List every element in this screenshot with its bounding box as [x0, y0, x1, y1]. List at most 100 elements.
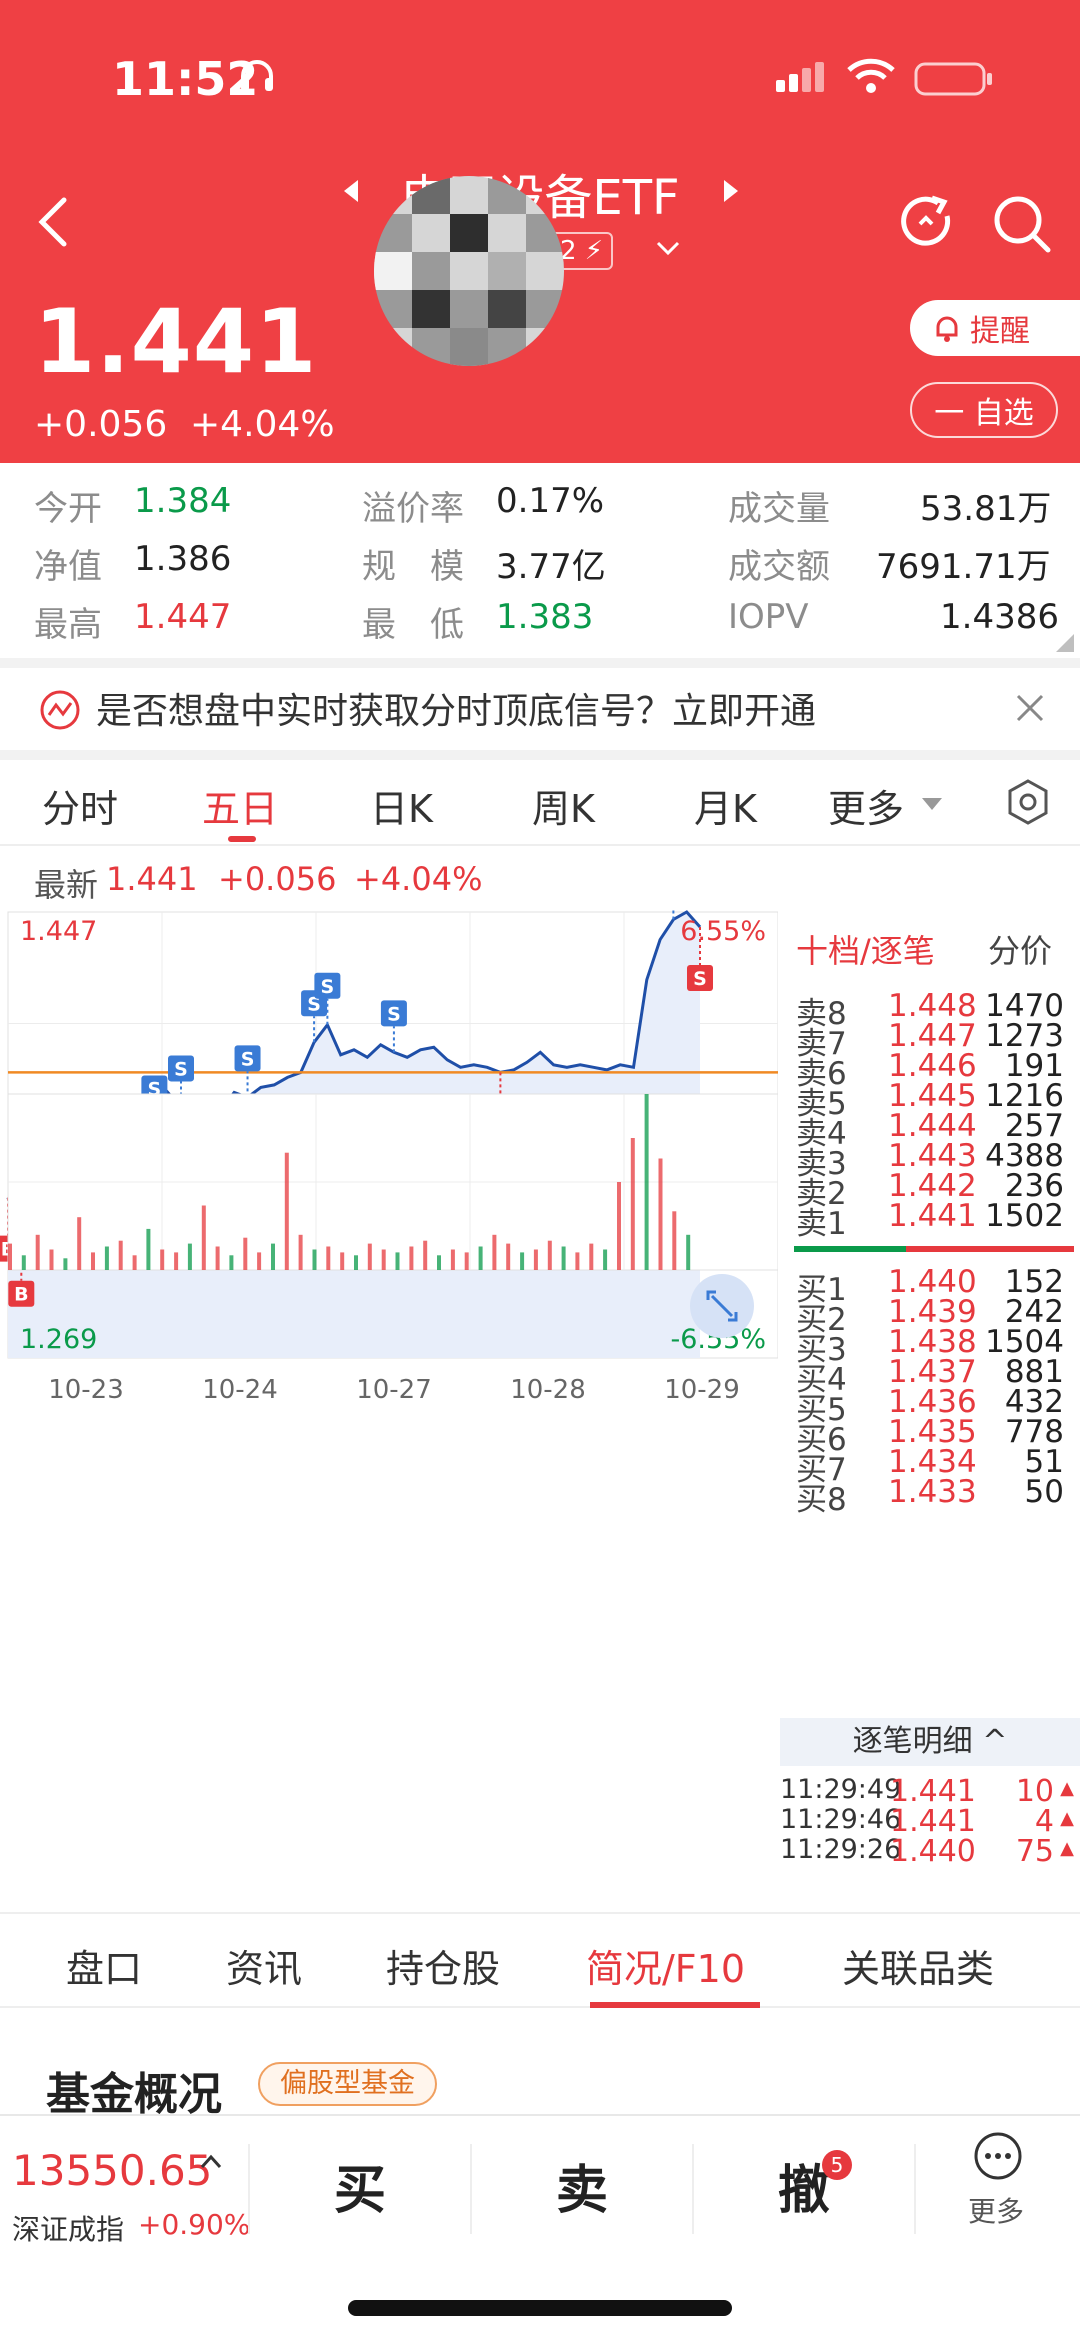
expand-corner-icon[interactable] — [1056, 634, 1074, 652]
volume-bar — [561, 1246, 566, 1270]
high-label: 最高 — [34, 605, 102, 645]
chevron-down-icon — [922, 798, 942, 810]
chevron-down-icon[interactable] — [656, 240, 680, 256]
tab-more[interactable]: 更多 — [828, 778, 904, 833]
x-tick-label: 10-24 — [202, 1375, 278, 1405]
signal-promo-banner[interactable]: 是否想盘中实时获取分时顶底信号？立即开通 — [0, 668, 1080, 750]
sell-signal-label: S — [321, 976, 335, 998]
tab-week-k[interactable]: 周K — [532, 778, 595, 833]
latest-price: 1.441 — [106, 860, 198, 898]
volume-bar — [644, 1094, 649, 1270]
scale-value: 3.77亿 — [496, 547, 606, 587]
nav-label: 净值 — [34, 547, 102, 587]
volume-bar — [49, 1249, 54, 1270]
volume-bar — [229, 1255, 234, 1270]
volume-bar — [271, 1243, 275, 1270]
buy-button[interactable]: 买 — [334, 2148, 386, 2223]
level-label: 卖1 — [796, 1206, 847, 1242]
latest-pct: +4.04% — [354, 860, 483, 898]
back-icon[interactable] — [36, 196, 70, 248]
volume-label: 成交量 — [728, 489, 830, 529]
tab-related[interactable]: 关联品类 — [842, 1938, 994, 1993]
blurred-avatar — [374, 176, 564, 366]
uptick-icon: ▲ — [1060, 1838, 1074, 1859]
tab-holdings[interactable]: 持仓股 — [386, 1938, 500, 1993]
remind-button[interactable]: 提醒 — [910, 300, 1080, 356]
volume-bar — [533, 1249, 538, 1270]
volume-bar — [257, 1252, 262, 1270]
volume-bar — [312, 1249, 317, 1270]
latest-change: +0.056 — [218, 860, 337, 898]
more-icon[interactable] — [972, 2130, 1024, 2182]
more-label[interactable]: 更多 — [968, 2190, 1024, 2230]
settings-icon[interactable] — [1004, 778, 1052, 826]
tick-price: 1.440 — [890, 1834, 976, 1869]
signal-chart-icon — [40, 690, 80, 730]
volume-bar — [686, 1234, 691, 1270]
fund-overview-title: 基金概况 — [46, 2069, 222, 2120]
quote-stats: 今开 1.384 溢价率 0.17% 成交量 53.81万 净值 1.386 规… — [0, 463, 1080, 658]
tab-news[interactable]: 资讯 — [226, 1938, 302, 1993]
fund-type-tag: 偏股型基金 — [258, 2062, 437, 2106]
current-price: 1.441 — [34, 290, 318, 393]
high-value: 1.447 — [134, 597, 232, 637]
active-tab-indicator — [590, 2002, 760, 2008]
close-icon[interactable] — [1014, 692, 1046, 724]
sell-button[interactable]: 卖 — [556, 2148, 608, 2223]
divider — [914, 2144, 916, 2234]
latest-label: 最新 — [34, 866, 99, 904]
divider — [470, 2144, 472, 2234]
volume-bar — [395, 1252, 400, 1270]
change-pct: +4.04% — [190, 404, 335, 445]
search-icon[interactable] — [992, 194, 1052, 254]
tab-month-k[interactable]: 月K — [694, 778, 757, 833]
signal-icon — [776, 62, 824, 92]
open-label: 今开 — [34, 489, 102, 529]
buy-signal-label: S — [693, 968, 707, 990]
volume-bar — [104, 1246, 109, 1270]
home-indicator — [348, 2300, 732, 2316]
volume-bar — [63, 1258, 68, 1270]
refresh-icon[interactable] — [898, 194, 956, 252]
banner-text: 是否想盘中实时获取分时顶底信号？立即开通 — [96, 691, 817, 732]
battery-icon — [914, 62, 992, 96]
volume-bar — [21, 1255, 26, 1270]
iopv-label: IOPV — [728, 597, 809, 637]
volume-bar — [174, 1252, 179, 1270]
tab-day-k[interactable]: 日K — [370, 778, 433, 833]
amount-label: 成交额 — [728, 547, 830, 587]
tab-f10[interactable]: 简况/F10 — [586, 1938, 745, 1993]
level-price: 1.441 — [888, 1198, 977, 1234]
five-day-chart[interactable]: SSSSSSSSBBB1.4476.55%1.3580.00%1.269-6.5… — [0, 908, 778, 1908]
tick-volume: 75 — [1015, 1834, 1054, 1869]
amount-value: 7691.71万 — [876, 547, 1051, 587]
order-book-tab[interactable]: 十档/逐笔 — [796, 926, 935, 972]
level-price: 1.433 — [888, 1474, 977, 1510]
volume-bar — [77, 1217, 82, 1270]
x-tick-label: 10-27 — [356, 1375, 432, 1405]
chevron-up-icon[interactable] — [200, 2154, 222, 2170]
y-min-label: 1.269 — [20, 1324, 97, 1355]
chart-tabs: 分时 五日 日K 周K 月K 更多 — [0, 760, 1080, 846]
volume-bar — [575, 1252, 580, 1270]
divider — [0, 750, 1080, 760]
price-dist-tab[interactable]: 分价 — [988, 926, 1052, 972]
status-time: 11:52 — [112, 52, 259, 106]
next-stock-icon[interactable] — [722, 178, 740, 204]
volume-bar — [367, 1243, 372, 1270]
tab-five-day[interactable]: 五日 — [202, 778, 278, 833]
scale-label: 规 模 — [362, 547, 464, 587]
uptick-icon: ▲ — [1060, 1808, 1074, 1829]
volume-bar — [450, 1249, 455, 1270]
tick-detail-toggle[interactable]: 逐笔明细 ^ — [780, 1718, 1080, 1766]
add-watchlist-button[interactable]: 一 自选 — [910, 382, 1058, 438]
x-tick-label: 10-28 — [510, 1375, 586, 1405]
volume-bar — [118, 1240, 123, 1270]
volume-bar — [298, 1234, 303, 1270]
iopv-value: 1.4386 — [940, 597, 1059, 637]
volume-bar — [603, 1249, 608, 1270]
tab-intraday[interactable]: 分时 — [42, 778, 118, 833]
x-tick-label: 10-23 — [48, 1375, 124, 1405]
index-value[interactable]: 13550.65 — [12, 2146, 212, 2195]
tab-handicap[interactable]: 盘口 — [66, 1938, 142, 1993]
